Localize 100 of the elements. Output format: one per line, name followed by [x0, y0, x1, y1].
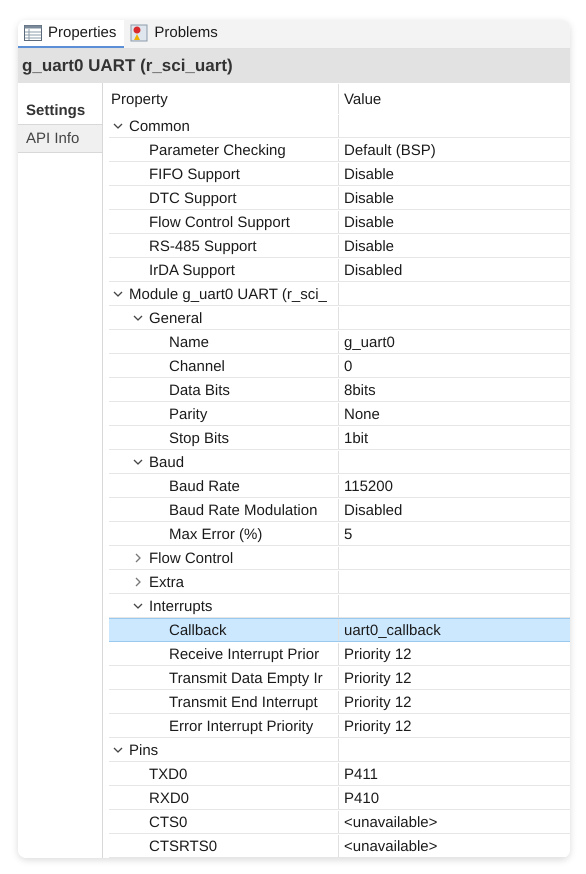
- property-name: CTS0: [149, 814, 188, 830]
- property-value: g_uart0: [344, 334, 395, 350]
- property-value: 5: [344, 526, 352, 542]
- table-row[interactable]: Baud Rate Modulation Disabled: [109, 498, 570, 522]
- property-name: General: [149, 310, 202, 326]
- property-name: Transmit End Interrupt: [169, 694, 318, 710]
- table-icon: [24, 24, 42, 41]
- property-name: Interrupts: [149, 598, 212, 614]
- chevron-right-icon[interactable]: [133, 577, 143, 587]
- table-row[interactable]: Receive Interrupt Prior Priority 12: [109, 642, 570, 666]
- table-row[interactable]: Name g_uart0: [109, 330, 570, 354]
- column-header: Value: [344, 90, 382, 108]
- table-row[interactable]: Baud: [109, 450, 570, 474]
- property-name: Data Bits: [169, 382, 230, 398]
- property-name: RS-485 Support: [149, 238, 257, 254]
- table-row[interactable]: Channel 0: [109, 354, 570, 378]
- property-name: Callback: [169, 622, 227, 638]
- property-value: P410: [344, 790, 380, 806]
- table-row[interactable]: CTS0 <unavailable>: [109, 810, 570, 834]
- property-value: Disable: [344, 190, 394, 206]
- property-name: FIFO Support: [149, 166, 240, 182]
- property-name: TXD0: [149, 766, 188, 782]
- property-name: Flow Control: [149, 550, 234, 566]
- property-value: Disable: [344, 166, 394, 182]
- table-row[interactable]: Module g_uart0 UART (r_sci_: [109, 282, 570, 306]
- property-name: Common: [129, 118, 190, 134]
- property-name: CTSRTS0: [149, 838, 218, 854]
- property-name: RXD0: [149, 790, 190, 806]
- table-row[interactable]: FIFO Support Disable: [109, 162, 570, 186]
- property-name: Module g_uart0 UART (r_sci_: [129, 286, 327, 302]
- property-name: Name: [169, 334, 210, 350]
- table-row[interactable]: Max Error (%) 5: [109, 522, 570, 546]
- property-name: Baud Rate: [169, 478, 240, 494]
- chevron-right-icon[interactable]: [133, 553, 143, 563]
- sidebar-tab[interactable]: Settings: [18, 97, 102, 125]
- property-name: Error Interrupt Priority: [169, 718, 314, 734]
- property-name: Stop Bits: [169, 430, 230, 446]
- property-value: Disable: [344, 214, 394, 230]
- property-value: P411: [344, 766, 378, 782]
- table-row[interactable]: RS-485 Support Disable: [109, 234, 570, 258]
- table-row[interactable]: RXD0 P410: [109, 786, 570, 810]
- table-row[interactable]: Extra: [109, 570, 570, 594]
- column-header: Property: [111, 90, 168, 108]
- table-row[interactable]: Transmit End Interrupt Priority 12: [109, 690, 570, 714]
- property-value: 1bit: [344, 430, 368, 446]
- table-row[interactable]: Data Bits 8bits: [109, 378, 570, 402]
- property-value: Priority 12: [344, 646, 412, 662]
- chevron-down-icon[interactable]: [113, 121, 123, 131]
- property-name: Parity: [169, 406, 208, 422]
- table-row[interactable]: DTC Support Disable: [109, 186, 570, 210]
- table-row[interactable]: Pins: [109, 738, 570, 762]
- chevron-down-icon[interactable]: [113, 745, 123, 755]
- property-name: Max Error (%): [169, 526, 262, 542]
- property-value: <unavailable>: [344, 814, 438, 830]
- property-name: Baud: [149, 454, 184, 470]
- chevron-down-icon[interactable]: [133, 313, 143, 323]
- table-row[interactable]: Transmit Data Empty Ir Priority 12: [109, 666, 570, 690]
- property-name: Parameter Checking: [149, 142, 286, 158]
- property-name: DTC Support: [149, 190, 237, 206]
- property-value: Default (BSP): [344, 142, 436, 158]
- property-name: Channel: [169, 358, 225, 374]
- property-name: IrDA Support: [149, 262, 235, 278]
- chevron-down-icon[interactable]: [113, 289, 123, 299]
- property-value: Priority 12: [344, 718, 412, 734]
- table-row[interactable]: Flow Control: [109, 546, 570, 570]
- table-row[interactable]: Stop Bits 1bit: [109, 426, 570, 450]
- table-row[interactable]: Flow Control Support Disable: [109, 210, 570, 234]
- property-value: 0: [344, 358, 352, 374]
- table-row[interactable]: Parity None: [109, 402, 570, 426]
- table-row[interactable]: Callback uart0_callback: [109, 618, 570, 642]
- property-value: <unavailable>: [344, 838, 438, 854]
- property-name: Baud Rate Modulation: [169, 502, 318, 518]
- property-value: 115200: [344, 478, 393, 494]
- property-value: Disable: [344, 238, 394, 254]
- chevron-down-icon[interactable]: [133, 601, 143, 611]
- property-value: Disabled: [344, 502, 402, 518]
- property-value: Priority 12: [344, 670, 412, 686]
- problems-icon: [130, 24, 148, 42]
- property-name: Flow Control Support: [149, 214, 290, 230]
- property-name: Receive Interrupt Prior: [169, 646, 320, 662]
- table-row[interactable]: CTSRTS0 <unavailable>: [109, 834, 570, 858]
- panel-title: g_uart0 UART (r_sci_uart): [18, 48, 570, 83]
- property-value: None: [344, 406, 380, 422]
- view-tab[interactable]: Properties: [18, 20, 124, 48]
- table-row[interactable]: Baud Rate 115200: [109, 474, 570, 498]
- property-value: uart0_callback: [344, 622, 441, 638]
- table-row[interactable]: TXD0 P411: [109, 762, 570, 786]
- property-value: Disabled: [344, 262, 402, 278]
- table-row[interactable]: Parameter Checking Default (BSP): [109, 138, 570, 162]
- view-tab[interactable]: Problems: [124, 20, 226, 48]
- sidebar-tab[interactable]: API Info: [18, 125, 102, 153]
- table-row[interactable]: Common: [109, 114, 570, 138]
- property-name: Transmit Data Empty Ir: [169, 670, 323, 686]
- table-row[interactable]: Error Interrupt Priority Priority 12: [109, 714, 570, 738]
- property-name: Pins: [129, 742, 158, 758]
- property-value: 8bits: [344, 382, 376, 398]
- table-row[interactable]: General: [109, 306, 570, 330]
- chevron-down-icon[interactable]: [133, 457, 143, 467]
- table-row[interactable]: IrDA Support Disabled: [109, 258, 570, 282]
- property-value: Priority 12: [344, 694, 412, 710]
